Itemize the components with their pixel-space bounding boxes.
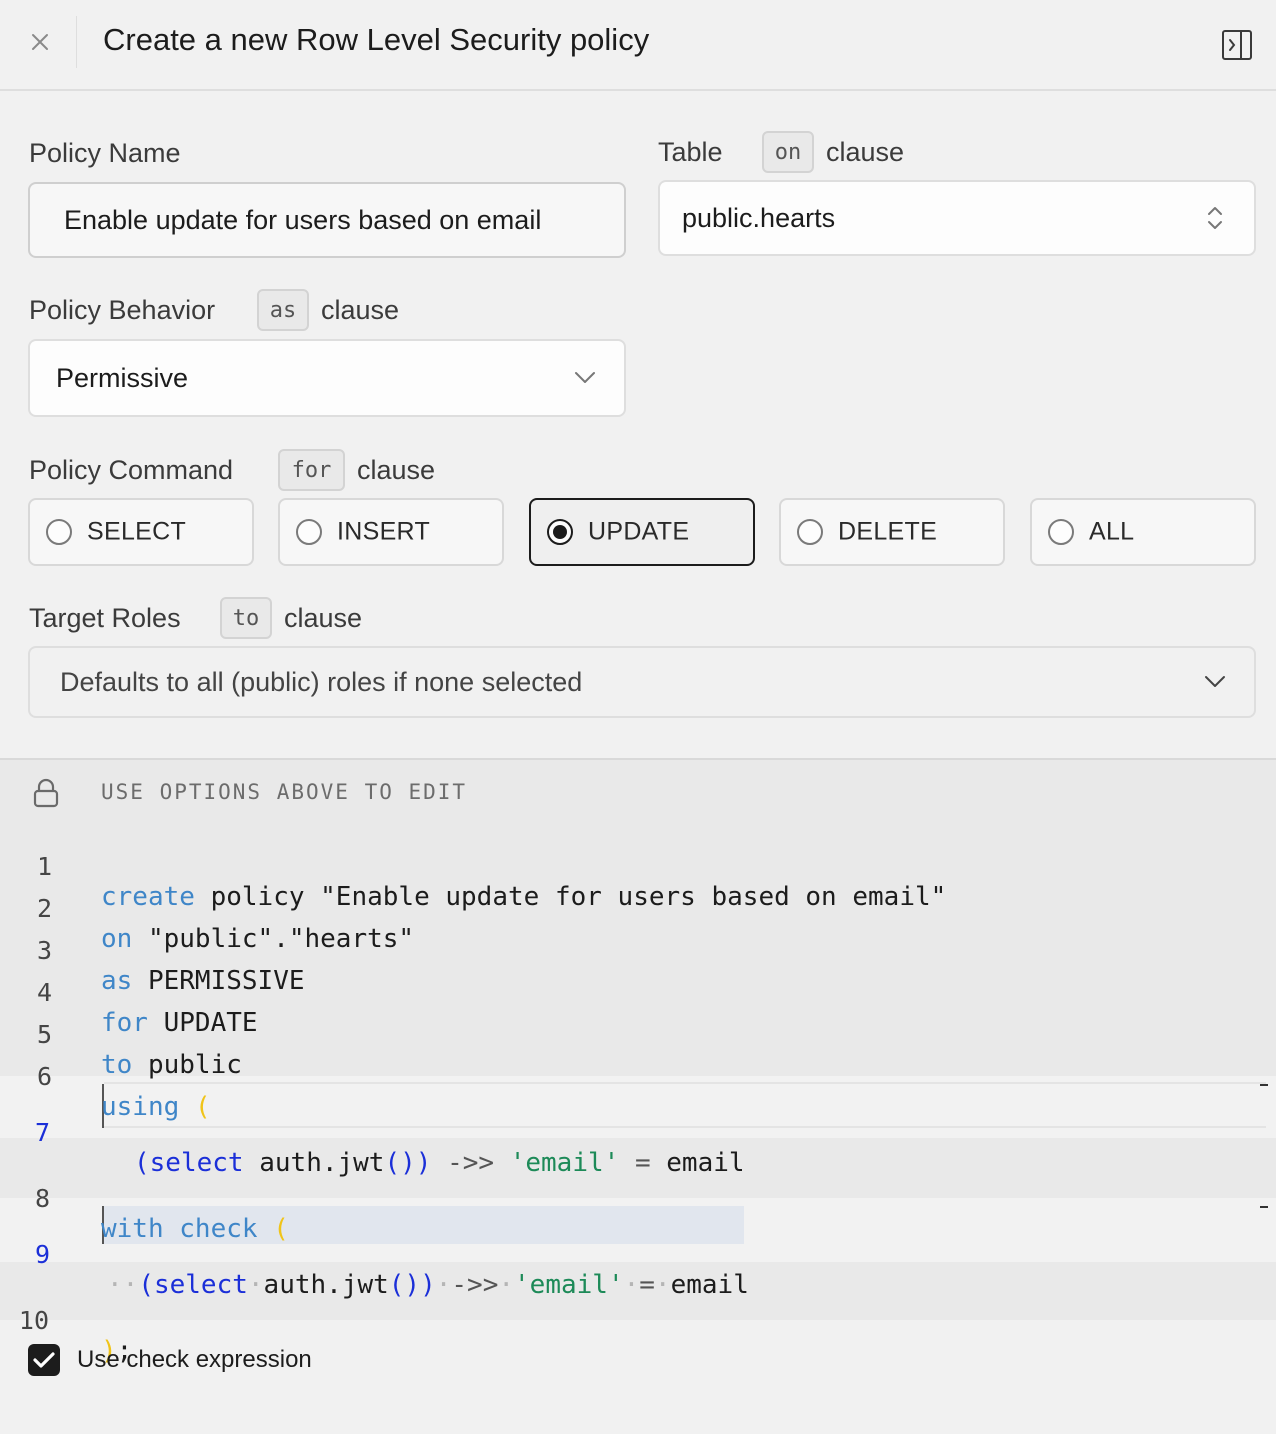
page-title: Create a new Row Level Security policy [103,22,650,57]
close-icon [32,34,48,50]
for-keyword-chip: for [278,449,345,491]
header-divider [76,16,77,68]
roles-clause-label: clause [284,603,363,633]
on-keyword-chip: on [762,131,814,173]
radio-button-selected[interactable] [547,519,573,545]
radio-button[interactable] [46,519,72,545]
policy-command-label: Policy Command [29,455,234,485]
checkmark-icon [33,1352,55,1368]
command-clause-label: clause [357,455,436,485]
policy-name-label: Policy Name [29,138,181,168]
to-keyword-chip: to [220,597,272,639]
chevron-up-down-icon [1202,205,1228,231]
policy-behavior-label: Policy Behavior [29,295,216,325]
line-number: 6 [36,1062,52,1091]
use-check-expression-label[interactable]: Use check expression [77,1346,312,1374]
policy-behavior-select[interactable]: Permissive [28,339,626,417]
command-option-label: INSERT [337,517,431,546]
table-clause-label: clause [826,137,905,167]
command-option-insert[interactable]: INSERT [278,498,504,566]
command-option-delete[interactable]: DELETE [779,498,1005,566]
command-option-select[interactable]: SELECT [28,498,254,566]
close-button[interactable] [22,24,58,60]
table-select-value: public.hearts [682,202,836,233]
table-select[interactable]: public.hearts [658,180,1256,256]
policy-name-value: Enable update for users based on email [64,204,542,235]
line-number: 7 [34,1118,50,1147]
policy-behavior-value: Permissive [56,362,189,393]
line-number: 8 [34,1184,50,1213]
line-number: 9 [34,1240,50,1269]
lock-icon [33,778,59,808]
panel-header: Create a new Row Level Security policy [0,0,1276,91]
table-label: Table [658,137,723,167]
toggle-panel-button[interactable] [1216,24,1258,66]
command-option-label: ALL [1089,517,1135,546]
command-option-label: UPDATE [588,517,690,546]
target-roles-placeholder: Defaults to all (public) roles if none s… [60,666,583,697]
radio-button[interactable] [296,519,322,545]
as-keyword-chip: as [257,289,309,331]
line-number: 10 [18,1306,49,1335]
behavior-clause-label: clause [321,295,400,325]
radio-button[interactable] [797,519,823,545]
radio-button[interactable] [1048,519,1074,545]
chevron-down-icon [1202,669,1228,695]
editor-readonly-hint: USE OPTIONS ABOVE TO EDIT [101,780,468,804]
chevron-down-icon [572,365,598,391]
command-option-update[interactable]: UPDATE [529,498,755,566]
target-roles-label: Target Roles [29,603,181,633]
command-option-label: DELETE [838,517,938,546]
command-option-all[interactable]: ALL [1030,498,1256,566]
use-check-expression-checkbox[interactable] [28,1344,60,1376]
target-roles-select[interactable]: Defaults to all (public) roles if none s… [28,646,1256,718]
sidebar-panel-icon [1222,30,1252,60]
policy-name-input[interactable]: Enable update for users based on email [28,182,626,258]
command-option-label: SELECT [87,517,187,546]
